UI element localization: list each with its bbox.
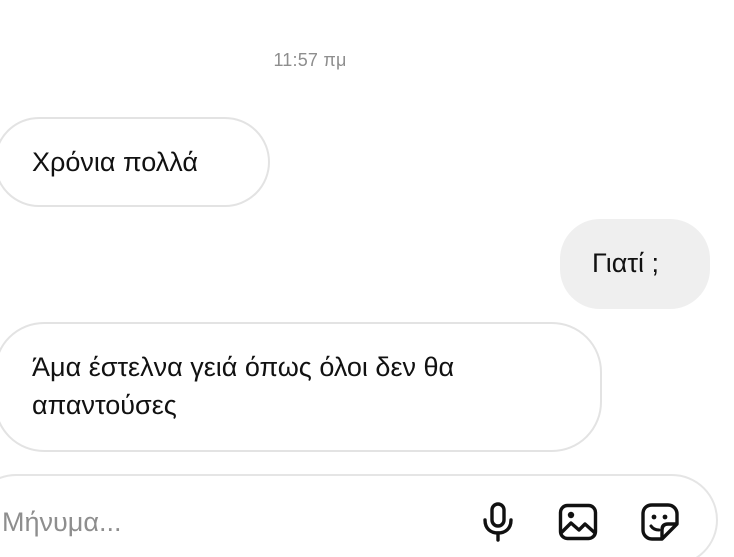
microphone-icon [481, 502, 515, 542]
incoming-message-bubble[interactable]: Άμα έστελνα γειά όπως όλοι δεν θα απαντο… [0, 322, 602, 452]
sticker-icon [640, 502, 680, 542]
image-gallery-icon [558, 503, 598, 541]
message-composer [0, 474, 718, 557]
message-timestamp: 11:57 πμ [273, 50, 347, 70]
sticker-button[interactable] [634, 496, 686, 548]
gallery-button[interactable] [552, 496, 604, 548]
microphone-button[interactable] [472, 496, 524, 548]
message-input[interactable] [2, 502, 422, 542]
incoming-message-bubble[interactable]: Χρόνια πολλά [0, 117, 270, 207]
chat-screen: 11:57 πμ Χρόνια πολλά Γιατί ; Άμα έστελν… [0, 0, 734, 557]
outgoing-message-bubble[interactable]: Γιατί ; [560, 219, 710, 309]
